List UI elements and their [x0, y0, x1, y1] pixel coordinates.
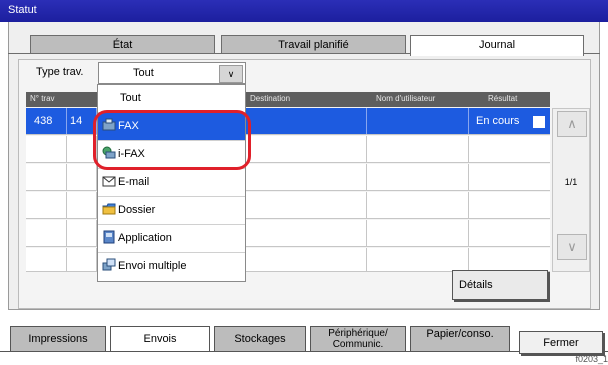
- dropdown-item-label: Application: [118, 232, 172, 244]
- job-result: En cours: [476, 115, 520, 127]
- multi-send-icon: [102, 258, 116, 271]
- email-icon: [102, 176, 116, 187]
- dropdown-item-tout[interactable]: Tout: [98, 85, 245, 113]
- folder-icon: [102, 203, 116, 215]
- header-result: Résultat: [488, 94, 518, 103]
- dropdown-item-email[interactable]: E-mail: [98, 169, 245, 197]
- details-button[interactable]: Détails: [452, 270, 548, 300]
- scroll-down-button[interactable]: ∨: [557, 234, 587, 260]
- callout-highlight: [93, 110, 251, 170]
- application-icon: [103, 230, 115, 244]
- tab-impressions[interactable]: Impressions: [10, 326, 106, 352]
- header-destination: Destination: [250, 94, 291, 103]
- tab-envois[interactable]: Envois: [110, 326, 210, 352]
- details-label: Détails: [459, 279, 493, 291]
- chevron-up-icon: ∧: [567, 116, 577, 131]
- tab-peripherique[interactable]: Périphérique/ Communic.: [310, 326, 406, 352]
- tab-travail-planifie[interactable]: Travail planifié: [221, 35, 406, 54]
- chevron-down-icon[interactable]: ∨: [219, 65, 243, 83]
- job-type-value: Tout: [133, 67, 154, 79]
- scroll-up-button[interactable]: ∧: [557, 111, 587, 137]
- job-number: 438: [34, 115, 53, 127]
- dropdown-item-label: Envoi multiple: [118, 260, 187, 272]
- tab-papier-conso[interactable]: Papier/conso.: [410, 326, 510, 352]
- header-user: Nom d'utilisateur: [376, 94, 436, 103]
- title-bar: Statut: [0, 0, 608, 22]
- row-checkbox[interactable]: [533, 116, 545, 128]
- dropdown-item-application[interactable]: Application: [98, 225, 245, 253]
- dropdown-item-label: E-mail: [118, 176, 150, 188]
- job-type-select[interactable]: Tout ∨: [98, 62, 246, 84]
- dropdown-item-label: Tout: [120, 92, 141, 104]
- close-button[interactable]: Fermer: [519, 331, 603, 354]
- bottom-tab-divider: [0, 351, 608, 352]
- dropdown-item-dossier[interactable]: Dossier: [98, 197, 245, 225]
- header-job-no: N° trav: [30, 94, 55, 103]
- figure-id: f0203_1: [575, 354, 608, 364]
- window-title: Statut: [8, 4, 37, 16]
- page-indicator: 1/1: [564, 177, 578, 187]
- job-date: 14: [70, 115, 83, 127]
- dropdown-item-envoi-multiple[interactable]: Envoi multiple: [98, 253, 245, 280]
- chevron-down-icon: ∨: [567, 239, 577, 254]
- tab-stockages[interactable]: Stockages: [214, 326, 306, 352]
- tab-etat[interactable]: État: [30, 35, 215, 54]
- job-type-label: Type trav.: [36, 66, 84, 78]
- tab-journal[interactable]: Journal: [410, 35, 584, 56]
- dropdown-item-label: Dossier: [118, 204, 156, 216]
